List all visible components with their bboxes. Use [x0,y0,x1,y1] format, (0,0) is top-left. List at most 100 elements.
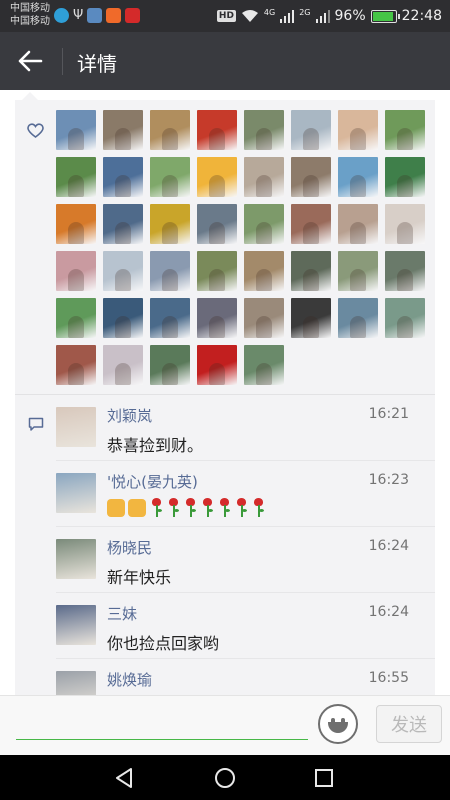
like-avatar[interactable] [197,204,237,244]
comment-time: 16:23 [368,472,409,488]
thumbs-up-icon [128,499,146,517]
battery-fill [372,11,393,21]
like-avatar[interactable] [197,251,237,291]
hd-badge: HD [216,10,236,22]
like-avatar[interactable] [150,298,190,338]
comment-author[interactable]: 三妹 [107,603,137,624]
like-avatar[interactable] [244,251,284,291]
smiley-icon[interactable] [318,704,358,744]
like-avatar-grid [56,110,425,385]
send-button[interactable]: 发送 [376,705,442,743]
globe-icon [54,8,69,23]
like-avatar[interactable] [338,204,378,244]
like-avatar[interactable] [103,345,143,385]
like-avatar[interactable] [150,157,190,197]
like-avatar[interactable] [103,110,143,150]
comment-item[interactable]: 刘颖岚 16:21 恭喜捡到财。 [15,395,435,461]
panel-pointer [22,92,38,100]
like-avatar[interactable] [56,204,96,244]
comment-author[interactable]: '悦心(晏九英) [107,471,198,492]
arrow-left-icon[interactable] [14,46,46,76]
avatar[interactable] [56,671,96,695]
status-right: HD 4G 2G 96% 22:48 [216,0,442,32]
carrier-2-label: 中国移动 [10,16,50,27]
rose-icon [149,498,163,518]
like-avatar[interactable] [244,298,284,338]
news-app-icon [125,8,141,23]
detail-panel: 刘颖岚 16:21 恭喜捡到财。 '悦心(晏九英) 16:23 杨晓民 16:2… [15,100,435,695]
like-avatar[interactable] [197,110,237,150]
video-app-icon [106,8,122,23]
like-avatar[interactable] [103,157,143,197]
comment-author[interactable]: 杨晓民 [107,537,152,558]
carrier-1-label: 中国移动 [10,3,50,14]
like-avatar[interactable] [197,157,237,197]
circle-home-icon[interactable] [212,765,238,791]
comment-item[interactable]: '悦心(晏九英) 16:23 [15,461,435,527]
comment-emoji-row [107,498,265,518]
like-avatar[interactable] [56,345,96,385]
like-avatar[interactable] [197,345,237,385]
like-avatar[interactable] [385,157,425,197]
triangle-back-icon[interactable] [111,765,137,791]
comment-time: 16:24 [368,538,409,554]
like-avatar[interactable] [56,157,96,197]
comment-author[interactable]: 姚焕瑜 [107,669,152,690]
like-avatar[interactable] [291,298,331,338]
comment-time: 16:21 [368,406,409,422]
like-avatar[interactable] [150,345,190,385]
like-avatar[interactable] [385,251,425,291]
like-avatar[interactable] [291,110,331,150]
like-avatar[interactable] [56,298,96,338]
comment-item[interactable]: 三妹 16:24 你也捡点回家哟 [15,593,435,659]
like-avatar[interactable] [197,298,237,338]
like-avatar[interactable] [338,298,378,338]
app-icon [87,8,103,23]
notification-icons: Ψ [54,8,141,23]
like-avatar[interactable] [150,110,190,150]
like-avatar[interactable] [103,204,143,244]
like-avatar[interactable] [385,110,425,150]
avatar[interactable] [56,407,96,447]
like-avatar[interactable] [385,204,425,244]
like-avatar[interactable] [150,204,190,244]
rose-icon [183,498,197,518]
like-avatar[interactable] [56,251,96,291]
like-avatar[interactable] [291,251,331,291]
comment-time: 16:24 [368,604,409,620]
comment-text: 恭喜捡到财。 [107,436,204,455]
comment-item[interactable]: 杨晓民 16:24 新年快乐 [15,527,435,593]
comment-item[interactable]: 姚焕瑜 16:55 [15,659,435,695]
like-avatar[interactable] [338,110,378,150]
battery-percent: 96% [334,8,366,24]
like-avatar[interactable] [291,157,331,197]
like-avatar[interactable] [56,110,96,150]
avatar[interactable] [56,473,96,513]
avatar[interactable] [56,605,96,645]
comment-text: 新年快乐 [107,568,172,587]
like-avatar[interactable] [150,251,190,291]
rose-icon [166,498,180,518]
like-avatar[interactable] [244,204,284,244]
like-avatar[interactable] [244,345,284,385]
likes-section [15,100,435,395]
usb-icon: Ψ [73,8,84,23]
avatar[interactable] [56,539,96,579]
like-avatar[interactable] [338,157,378,197]
comment-time: 16:55 [368,670,409,686]
battery-icon [370,9,400,23]
title-divider [62,48,63,75]
signal-1-icon [280,9,295,23]
like-avatar[interactable] [338,251,378,291]
like-avatar[interactable] [291,204,331,244]
like-avatar[interactable] [244,157,284,197]
like-avatar[interactable] [103,298,143,338]
like-avatar[interactable] [103,251,143,291]
status-bar: 中国移动 中国移动 Ψ HD 4G 2G 96% 22:48 [0,0,450,32]
square-recents-icon[interactable] [311,765,337,791]
comment-input[interactable] [16,708,308,740]
like-avatar[interactable] [385,298,425,338]
title-bar: 详情 [0,32,450,90]
like-avatar[interactable] [244,110,284,150]
comment-author[interactable]: 刘颖岚 [107,405,152,426]
